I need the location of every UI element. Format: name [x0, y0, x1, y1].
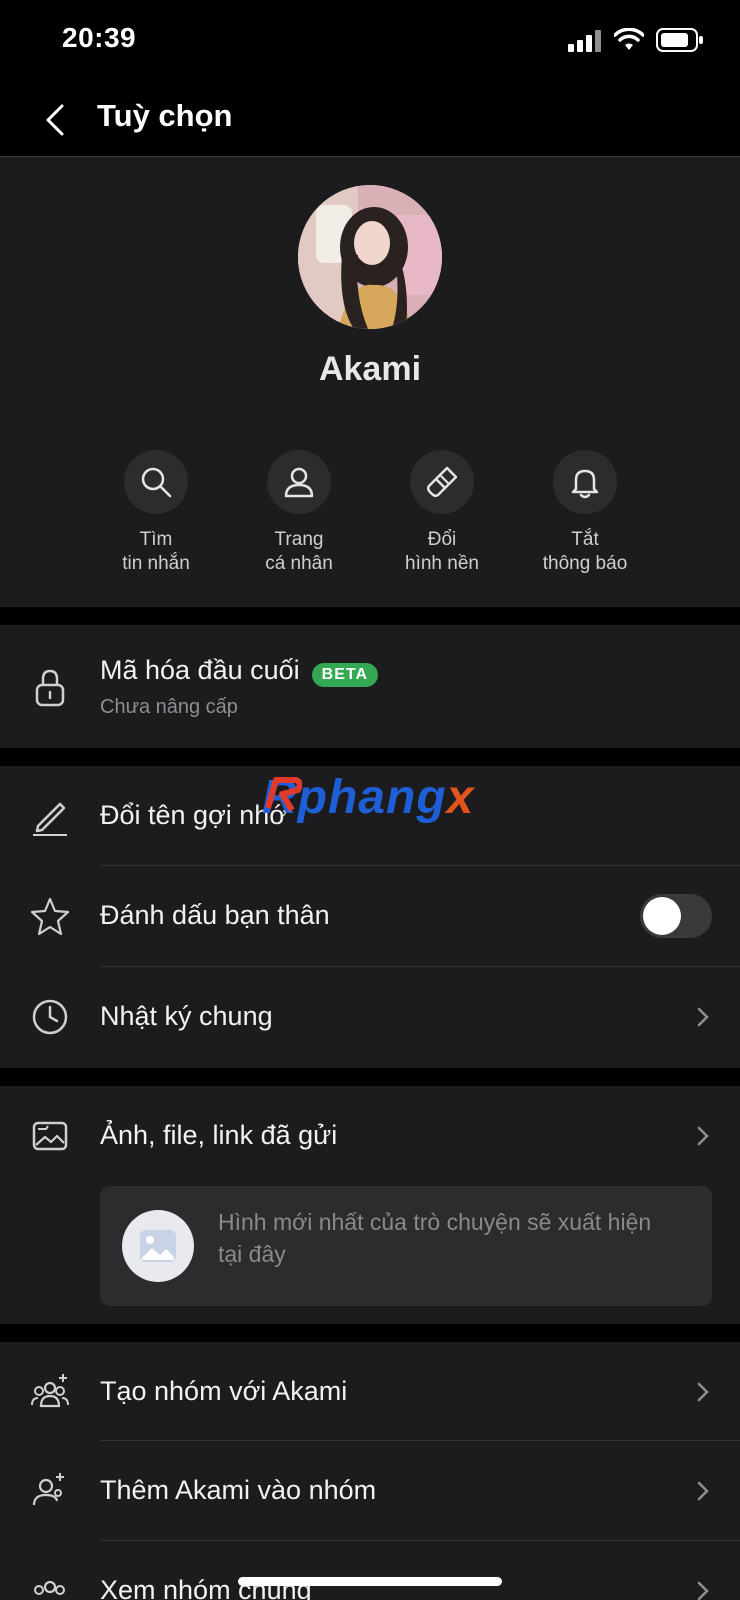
toggle-knob	[643, 897, 681, 935]
encryption-title-row: Mã hóa đầu cuối BETA	[100, 655, 379, 687]
page-title: Tuỳ chọn	[97, 98, 233, 133]
image-folder-icon	[30, 1116, 70, 1156]
profile-page-action[interactable]: Trang cá nhân	[229, 450, 369, 576]
watermark-text-accent: x	[446, 771, 475, 824]
pencil-icon	[30, 796, 70, 836]
shared-diary-row[interactable]: Nhật ký chung	[0, 967, 740, 1068]
best-friend-label: Đánh dấu bạn thân	[100, 900, 330, 930]
encryption-title: Mã hóa đầu cuối	[100, 655, 300, 685]
paint-brush-icon	[426, 466, 458, 498]
add-to-group-label: Thêm Akami vào nhóm	[100, 1475, 377, 1505]
chevron-right-icon	[693, 1479, 713, 1503]
chevron-right-icon	[693, 1124, 713, 1148]
group-add-icon	[30, 1372, 70, 1412]
star-icon	[30, 896, 70, 936]
battery-icon	[656, 28, 704, 57]
watermark-accent	[262, 776, 303, 821]
status-time: 20:39	[62, 22, 137, 53]
media-label: Ảnh, file, link đã gửi	[100, 1120, 338, 1150]
lock-icon	[30, 667, 70, 707]
mute-notifications-action[interactable]: Tắt thông báo	[515, 450, 655, 576]
person-add-icon	[30, 1471, 70, 1511]
avatar[interactable]	[298, 185, 442, 329]
chevron-right-icon	[693, 1579, 713, 1600]
wifi-icon	[613, 27, 645, 57]
profile-page-label: Trang cá nhân	[265, 529, 333, 574]
best-friend-toggle[interactable]	[640, 894, 712, 938]
back-button[interactable]	[36, 100, 76, 140]
encryption-subtitle: Chưa nâng cấp	[100, 696, 238, 718]
chevron-right-icon	[693, 1380, 713, 1404]
mute-notifications-label: Tắt thông báo	[542, 529, 628, 574]
shared-diary-label: Nhật ký chung	[100, 1001, 273, 1031]
beta-badge: BETA	[311, 662, 379, 687]
image-placeholder-icon	[122, 1210, 194, 1282]
home-indicator[interactable]	[238, 1577, 502, 1586]
add-to-group-row[interactable]: Thêm Akami vào nhóm	[0, 1441, 740, 1540]
search-messages-label: Tìm tin nhắn	[122, 529, 190, 574]
common-groups-row[interactable]: Xem nhóm chung	[0, 1541, 740, 1600]
media-row[interactable]: Ảnh, file, link đã gửi	[0, 1086, 740, 1182]
best-friend-row: Đánh dấu bạn thân	[0, 866, 740, 966]
chevron-right-icon	[693, 1005, 713, 1029]
change-wallpaper-label: Đổi hình nền	[405, 529, 479, 574]
create-group-row[interactable]: Tạo nhóm với Akami	[0, 1342, 740, 1440]
media-placeholder-text: Hình mới nhất của trò chuyện sẽ xuất hiệ…	[218, 1209, 652, 1267]
person-icon	[284, 467, 314, 498]
group-icon	[30, 1571, 70, 1600]
clock-icon	[30, 997, 70, 1037]
search-icon	[141, 467, 172, 498]
create-group-label: Tạo nhóm với Akami	[100, 1376, 348, 1406]
media-preview-box: Hình mới nhất của trò chuyện sẽ xuất hiệ…	[100, 1186, 712, 1306]
rename-label: Đổi tên gợi nhớ	[100, 800, 288, 830]
search-messages-action[interactable]: Tìm tin nhắn	[86, 450, 226, 576]
signal-icon	[568, 30, 602, 57]
bell-icon	[571, 469, 599, 499]
back-arrow-icon	[46, 104, 64, 136]
profile-name: Akami	[318, 350, 422, 388]
change-wallpaper-action[interactable]: Đổi hình nền	[372, 450, 512, 576]
